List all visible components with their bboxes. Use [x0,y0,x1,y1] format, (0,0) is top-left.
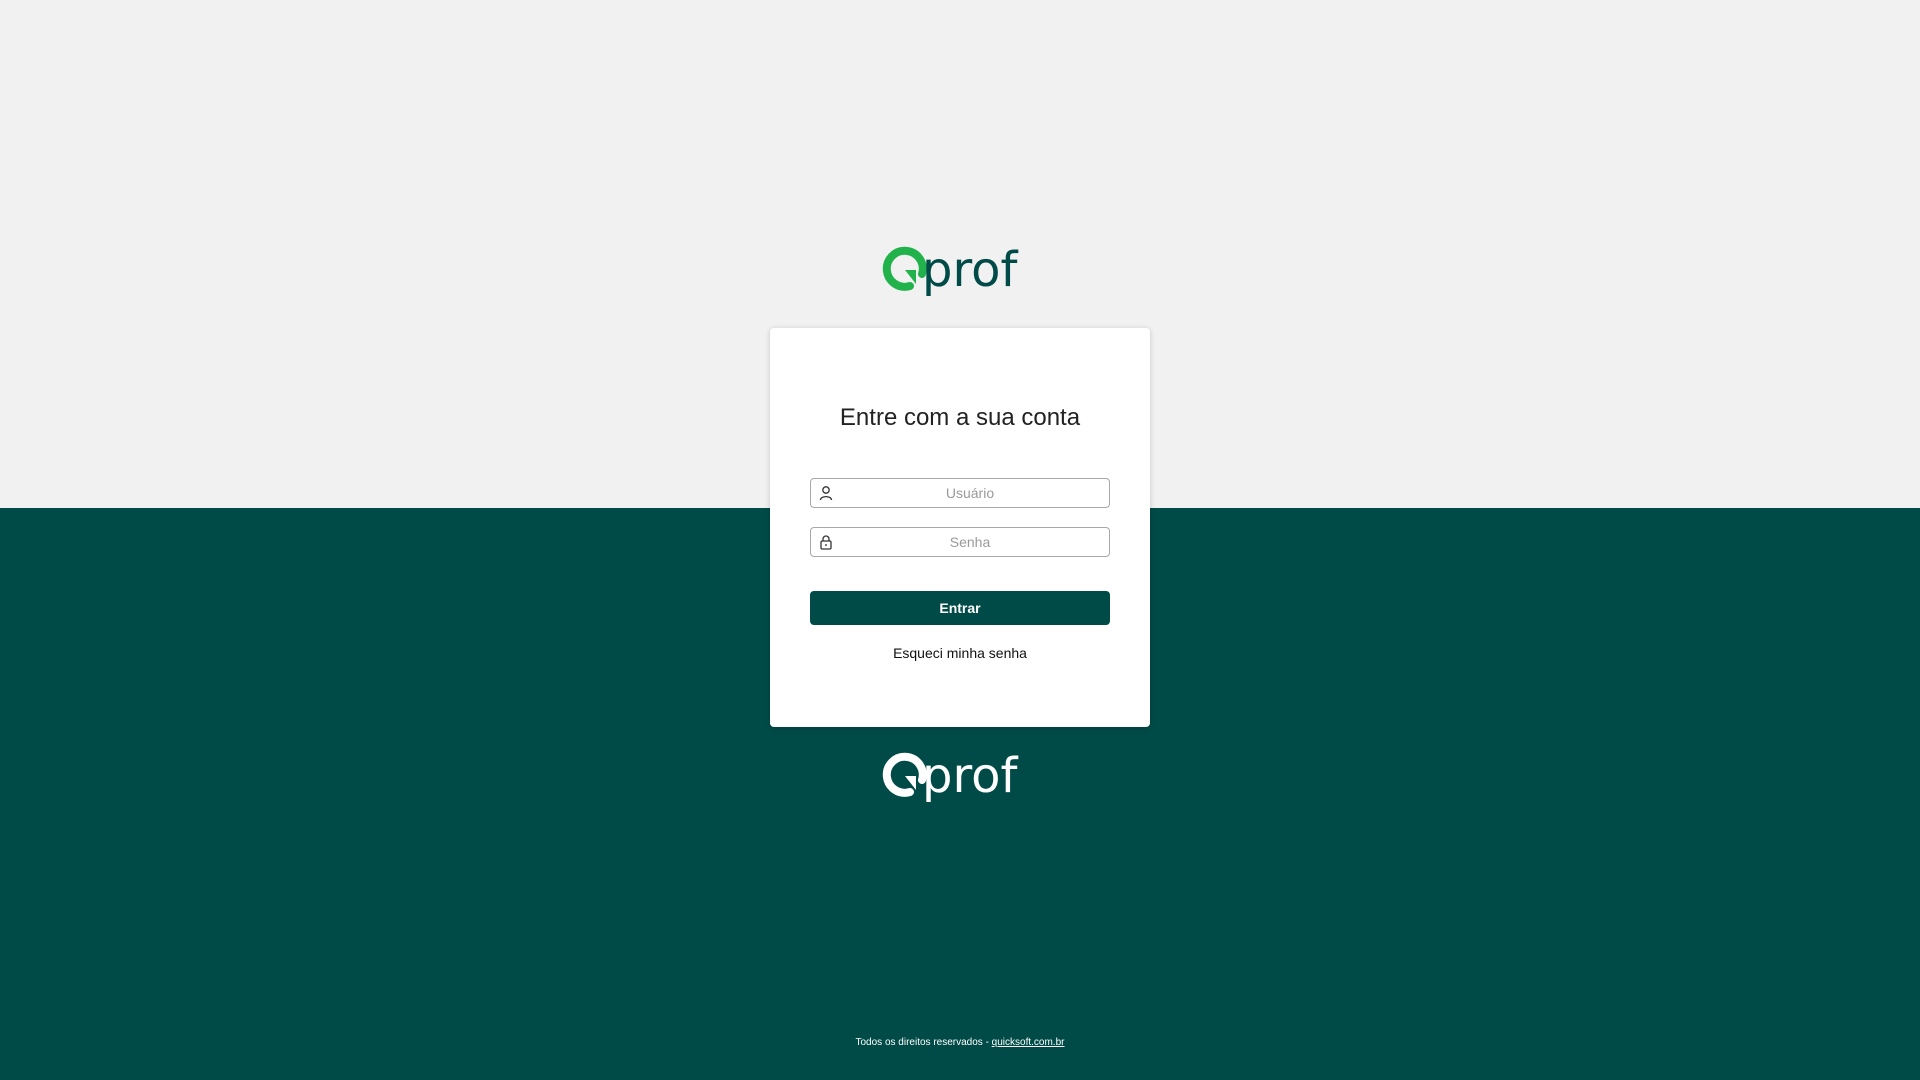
password-field[interactable] [810,527,1110,557]
footer-link[interactable]: quicksoft.com.br [992,1037,1065,1048]
username-field[interactable] [810,478,1110,508]
footer: Todos os direitos reservados - quicksoft… [0,1037,1920,1048]
logo-footer-text: prof [922,748,1019,804]
user-icon [818,485,834,501]
qprof-logo-mark: prof [882,242,1019,298]
lock-icon [818,534,834,550]
qprof-logo-footer-mark: prof [882,748,1019,804]
login-title: Entre com a sua conta [839,404,1081,431]
qprof-logo: prof [880,240,1040,300]
footer-text: Todos os direitos reservados - [855,1037,992,1048]
qprof-logo-footer: prof [880,746,1040,806]
forgot-password-link[interactable]: Esqueci minha senha [810,645,1110,661]
enter-button[interactable]: Entrar [810,591,1110,625]
logo-text: prof [922,242,1019,298]
username-input[interactable] [839,479,1101,507]
password-input[interactable] [839,528,1101,556]
